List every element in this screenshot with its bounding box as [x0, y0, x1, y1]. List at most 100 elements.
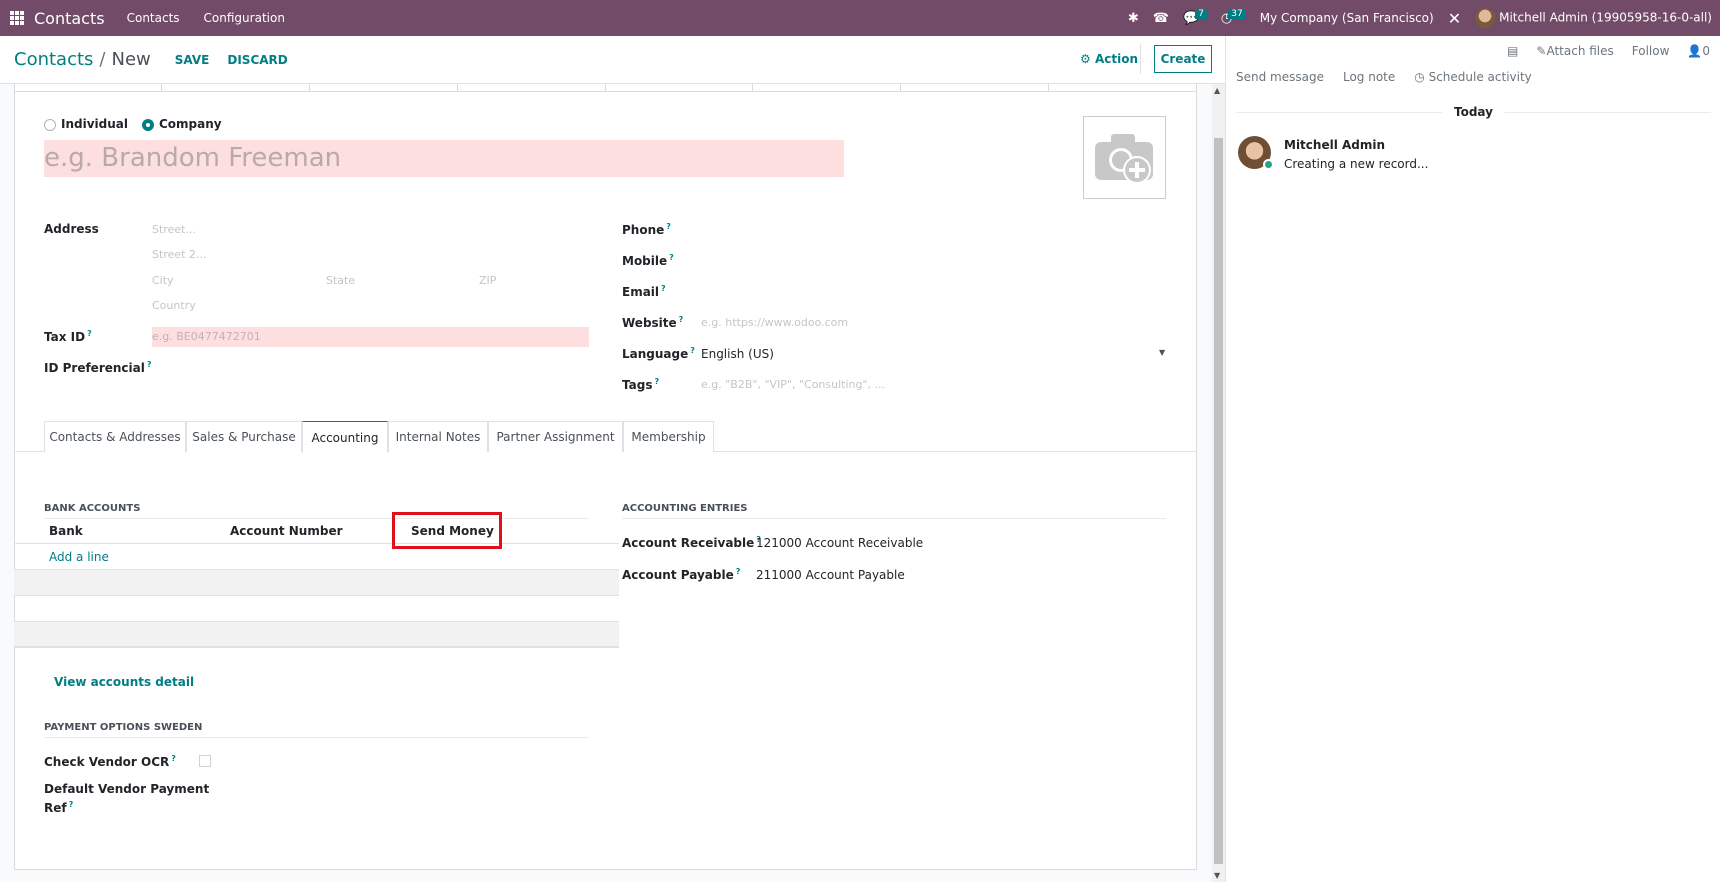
- radio-individual-control[interactable]: [44, 118, 56, 131]
- idpref-label-text: ID Preferencial: [44, 361, 145, 375]
- check-ocr-label-text: Check Vendor OCR: [44, 755, 170, 769]
- date-separator-label: Today: [1442, 105, 1505, 119]
- image-upload[interactable]: [1083, 116, 1166, 199]
- payable-field[interactable]: 211000 Account Payable: [756, 568, 905, 582]
- discard-button[interactable]: DISCARD: [227, 53, 287, 67]
- send-message-button[interactable]: Send message: [1236, 70, 1324, 84]
- receivable-label: Account Receivable?: [622, 535, 761, 550]
- follow-button[interactable]: Follow: [1632, 44, 1670, 58]
- log-note-button[interactable]: Log note: [1343, 70, 1395, 84]
- zip-input[interactable]: ZIP: [479, 274, 496, 287]
- attach-files-button[interactable]: ✎Attach files: [1536, 44, 1613, 58]
- company-type-radio-group: Individual Company: [44, 117, 222, 131]
- help-icon[interactable]: ?: [147, 360, 152, 369]
- scrollbar-thumb[interactable]: [1214, 138, 1223, 864]
- apps-menu-icon[interactable]: [10, 11, 24, 25]
- street-input[interactable]: Street...: [152, 223, 196, 236]
- camera-plus-icon: [1094, 133, 1153, 184]
- tab-sales-purchase[interactable]: Sales & Purchase: [186, 421, 302, 452]
- language-select[interactable]: English (US): [701, 347, 774, 361]
- activities-button[interactable]: ◷37: [1221, 8, 1246, 26]
- payable-label: Account Payable?: [622, 567, 740, 582]
- tab-contacts-addresses[interactable]: Contacts & Addresses: [44, 421, 186, 452]
- radio-company[interactable]: Company: [142, 117, 222, 131]
- check-vendor-ocr-checkbox[interactable]: [199, 755, 211, 767]
- city-input[interactable]: City: [152, 274, 174, 287]
- action-button[interactable]: ⚙ Action: [1080, 52, 1138, 66]
- radio-company-control[interactable]: [142, 118, 154, 131]
- breadcrumb: Contacts / New: [14, 49, 151, 70]
- help-icon[interactable]: ?: [661, 284, 666, 293]
- website-label-text: Website: [622, 316, 677, 330]
- add-line-link[interactable]: Add a line: [49, 550, 109, 564]
- taxid-label-text: Tax ID: [44, 330, 86, 344]
- highlight-box: [392, 512, 502, 549]
- radio-individual-label: Individual: [61, 117, 128, 131]
- clock-icon: ◷: [1414, 70, 1425, 84]
- date-separator: Today: [1236, 105, 1711, 119]
- gear-icon: ⚙: [1080, 52, 1091, 66]
- smart-buttons-bar: [14, 84, 1197, 92]
- tab-membership[interactable]: Membership: [623, 421, 714, 452]
- followers-count: 0: [1702, 44, 1710, 58]
- radio-individual[interactable]: Individual: [44, 117, 128, 131]
- breadcrumb-current: New: [111, 49, 151, 70]
- scroll-up-icon[interactable]: ▲: [1214, 86, 1220, 95]
- radio-company-label: Company: [159, 117, 222, 131]
- help-icon[interactable]: ?: [87, 329, 92, 338]
- bug-icon[interactable]: ✱: [1128, 11, 1139, 26]
- table-row: Add a line: [14, 544, 619, 570]
- taxid-input[interactable]: e.g. BE0477472701: [152, 327, 589, 347]
- language-label: Language?: [622, 346, 695, 361]
- messages-button[interactable]: 💬7: [1183, 8, 1207, 26]
- help-icon[interactable]: ?: [736, 567, 741, 576]
- menu-configuration[interactable]: Configuration: [204, 11, 285, 25]
- phone-label-text: Phone: [622, 223, 665, 237]
- name-input[interactable]: e.g. Brandom Freeman: [44, 140, 844, 177]
- save-button[interactable]: SAVE: [175, 53, 210, 67]
- column-bank[interactable]: Bank: [49, 524, 83, 538]
- action-label: Action: [1094, 52, 1138, 66]
- messages-badge: 7: [1195, 8, 1207, 19]
- help-icon[interactable]: ?: [669, 253, 674, 262]
- message-author[interactable]: Mitchell Admin: [1284, 138, 1385, 152]
- website-label: Website?: [622, 315, 683, 330]
- state-input[interactable]: State: [326, 274, 355, 287]
- notebook-tabs: Contacts & Addresses Sales & Purchase Ac…: [14, 421, 1197, 453]
- schedule-activity-label: Schedule activity: [1428, 70, 1532, 84]
- create-button[interactable]: Create: [1154, 45, 1212, 73]
- user-avatar: [1475, 8, 1496, 28]
- company-switcher[interactable]: My Company (San Francisco): [1260, 11, 1434, 25]
- website-input[interactable]: e.g. https://www.odoo.com: [701, 316, 848, 329]
- phone-icon[interactable]: ☎: [1153, 11, 1169, 26]
- help-icon[interactable]: ?: [69, 800, 74, 809]
- help-icon[interactable]: ?: [666, 222, 671, 231]
- tools-icon[interactable]: ✕: [1448, 9, 1461, 28]
- menu-contacts[interactable]: Contacts: [127, 11, 180, 25]
- schedule-activity-button[interactable]: ◷ Schedule activity: [1414, 70, 1532, 84]
- form-scrollbar[interactable]: ▲ ▼: [1212, 84, 1225, 882]
- tags-label-text: Tags: [622, 378, 653, 392]
- app-name[interactable]: Contacts: [34, 9, 105, 28]
- attachment-icon[interactable]: ▤: [1507, 44, 1518, 58]
- help-icon[interactable]: ?: [679, 315, 684, 324]
- country-input[interactable]: Country: [152, 299, 196, 312]
- help-icon[interactable]: ?: [171, 754, 176, 763]
- help-icon[interactable]: ?: [654, 377, 659, 386]
- street2-input[interactable]: Street 2...: [152, 248, 206, 261]
- tab-internal-notes[interactable]: Internal Notes: [388, 421, 488, 452]
- view-accounts-detail-button[interactable]: View accounts detail: [54, 675, 194, 689]
- tab-accounting[interactable]: Accounting: [302, 421, 388, 453]
- column-account-number[interactable]: Account Number: [230, 524, 343, 538]
- tab-partner-assignment[interactable]: Partner Assignment: [488, 421, 623, 452]
- followers-button[interactable]: 👤0: [1687, 44, 1710, 58]
- chevron-down-icon[interactable]: ▼: [1159, 348, 1165, 357]
- breadcrumb-parent[interactable]: Contacts: [14, 49, 93, 70]
- receivable-field[interactable]: 121000 Account Receivable: [756, 536, 923, 550]
- message-body: Creating a new record...: [1284, 157, 1429, 171]
- tags-input[interactable]: e.g. "B2B", "VIP", "Consulting", ...: [701, 378, 885, 391]
- control-panel: Contacts / New SAVE DISCARD ⚙ Action Creat…: [0, 36, 1225, 84]
- scroll-down-icon[interactable]: ▼: [1214, 871, 1220, 880]
- help-icon[interactable]: ?: [690, 346, 695, 355]
- user-menu[interactable]: Mitchell Admin (19905958-16-0-all): [1475, 8, 1712, 28]
